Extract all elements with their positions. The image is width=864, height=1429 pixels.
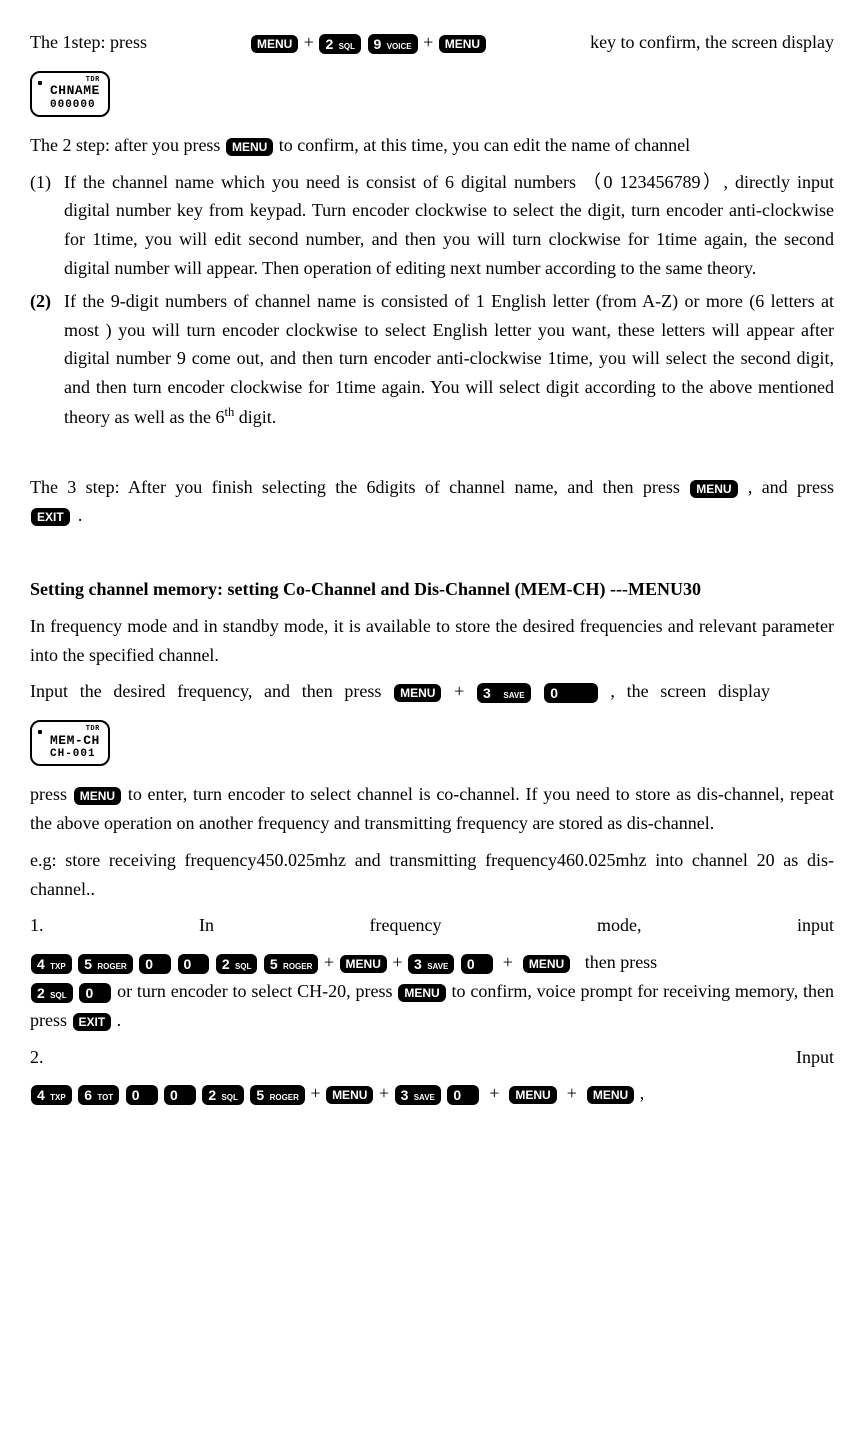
exit-key-icon: EXIT (73, 1013, 112, 1031)
menu-key-icon: MENU (398, 984, 445, 1002)
section-heading: Setting channel memory: setting Co-Chann… (30, 575, 834, 604)
ex1-w1: In (199, 911, 214, 940)
ex1-w4: input (797, 911, 834, 940)
ordinal-sup: th (224, 405, 234, 419)
press-enter-para: press MENU to enter, turn encoder to sel… (30, 780, 834, 838)
ex2-keys-line: 4 TXP 6 TOT 0 0 2 SQL 5 ROGER + MENU + 3… (30, 1079, 834, 1108)
item2-text-a: If the 9-digit numbers of channel name i… (64, 291, 834, 427)
step2-suffix: to confirm, at this time, you can edit t… (279, 135, 690, 155)
input-desired-suffix: , the screen display (610, 681, 770, 701)
step3-a: The 3 step: After you finish selecting t… (30, 477, 689, 497)
ex1-tail-c: . (117, 1010, 122, 1030)
plus-text: + (392, 952, 402, 972)
item1-text: If the channel name which you need is co… (64, 168, 834, 283)
lcd-chname-icon: TDR CHNAME 000000 (30, 71, 110, 117)
key-4txp-icon: 4 TXP (31, 954, 72, 974)
menu-key-icon: MENU (74, 787, 121, 805)
key-6tot-icon: 6 TOT (78, 1085, 119, 1105)
list-item-1: (1) If the channel name which you need i… (30, 168, 834, 283)
key-5roger-icon: 5 ROGER (264, 954, 318, 974)
menu-key-icon: MENU (394, 684, 441, 702)
plus-text: + (454, 681, 464, 701)
ex2-num: 2. (30, 1043, 44, 1072)
menu-key-icon: MENU (340, 955, 387, 973)
ex1-num: 1. (30, 911, 44, 940)
key-0-icon: 0 (447, 1085, 479, 1105)
menu-key-icon: MENU (439, 35, 486, 53)
input-desired-prefix: Input the desired frequency, and then pr… (30, 681, 393, 701)
press-enter-a: press (30, 784, 73, 804)
key-3save-icon: 3 SAVE (408, 954, 454, 974)
menu-key-icon: MENU (226, 138, 273, 156)
key-0-icon: 0 (461, 954, 493, 974)
section-intro: In frequency mode and in standby mode, i… (30, 612, 834, 670)
plus-text: + (310, 1083, 320, 1103)
key-9voice-icon: 9 VOICE (368, 34, 418, 54)
plus-text: + (379, 1083, 389, 1103)
ex2-w: Input (796, 1043, 834, 1072)
ex1-key-seq: 4 TXP 5 ROGER 0 0 2 SQL 5 ROGER + MENU +… (30, 952, 576, 972)
step2-prefix: The 2 step: after you press (30, 135, 225, 155)
menu-key-icon: MENU (523, 955, 570, 973)
list-marker: (2) (30, 287, 64, 432)
key-0-icon: 0 (126, 1085, 158, 1105)
ex1-keys-line: 4 TXP 5 ROGER 0 0 2 SQL 5 ROGER + MENU +… (30, 948, 834, 1034)
menu-key-icon: MENU (326, 1086, 373, 1104)
example-intro: e.g: store receiving frequency450.025mhz… (30, 846, 834, 904)
key-3save-icon: 3 SAVE (477, 683, 531, 703)
key-3save-icon: 3 SAVE (395, 1085, 441, 1105)
key-0-icon: 0 (178, 954, 210, 974)
step1-keys: MENU + 2 SQL 9 VOICE + MENU (250, 28, 487, 57)
plus-text: + (324, 952, 334, 972)
key-0-icon: 0 (164, 1085, 196, 1105)
step3-c: . (78, 505, 83, 525)
step1-line: The 1step: press MENU + 2 SQL 9 VOICE + … (30, 28, 834, 57)
plus-text: + (567, 1083, 577, 1103)
step2-line: The 2 step: after you press MENU to conf… (30, 131, 834, 160)
menu-key-icon: MENU (587, 1086, 634, 1104)
item2-text-b: digit. (234, 407, 276, 427)
key-5roger-icon: 5 ROGER (78, 954, 132, 974)
ex1-tail-a: or turn encoder to select CH-20, press (117, 981, 397, 1001)
item2-content: If the 9-digit numbers of channel name i… (64, 287, 834, 432)
key-2sql-icon: 2 SQL (319, 34, 361, 54)
step1-suffix: key to confirm, the screen display (590, 28, 834, 57)
lcd-memch-icon: TDR MEM-CH CH-001 (30, 720, 110, 766)
key-4txp-icon: 4 TXP (31, 1085, 72, 1105)
menu-key-icon: MENU (509, 1086, 556, 1104)
step3-b: , and press (748, 477, 834, 497)
list-marker: (1) (30, 168, 64, 283)
key-0-icon: 0 (544, 683, 597, 703)
press-enter-b: to enter, turn encoder to select channel… (30, 784, 834, 833)
list-item-2: (2) If the 9-digit numbers of channel na… (30, 287, 834, 432)
input-desired-keys: MENU + 3 SAVE 0 (393, 681, 610, 701)
ex1-w3: mode, (597, 911, 642, 940)
step3-line: The 3 step: After you finish selecting t… (30, 473, 834, 531)
ex1-then-press: then press (585, 952, 657, 972)
key-5roger-icon: 5 ROGER (250, 1085, 304, 1105)
key-0-icon: 0 (79, 983, 111, 1003)
ex1-w2: frequency (370, 911, 442, 940)
plus-text: + (503, 952, 513, 972)
ex2-comma: , (640, 1083, 645, 1103)
step1-prefix: The 1step: press (30, 28, 147, 57)
ex2-key-seq: 4 TXP 6 TOT 0 0 2 SQL 5 ROGER + MENU + 3… (30, 1083, 640, 1103)
key-2sql-icon: 2 SQL (202, 1085, 244, 1105)
menu-key-icon: MENU (690, 480, 737, 498)
input-desired-line: Input the desired frequency, and then pr… (30, 677, 834, 706)
exit-key-icon: EXIT (31, 508, 70, 526)
key-2sql-icon: 2 SQL (31, 983, 73, 1003)
key-0-icon: 0 (139, 954, 171, 974)
key-2sql-icon: 2 SQL (216, 954, 258, 974)
plus-text: + (304, 32, 314, 52)
ex1-key-seq-2: 2 SQL 0 (30, 981, 117, 1001)
plus-text: + (423, 32, 433, 52)
plus-text: + (489, 1083, 499, 1103)
ex1-line1: 1. In frequency mode, input (30, 911, 834, 940)
menu-key-icon: MENU (251, 35, 298, 53)
ex2-line1: 2. Input (30, 1043, 834, 1072)
